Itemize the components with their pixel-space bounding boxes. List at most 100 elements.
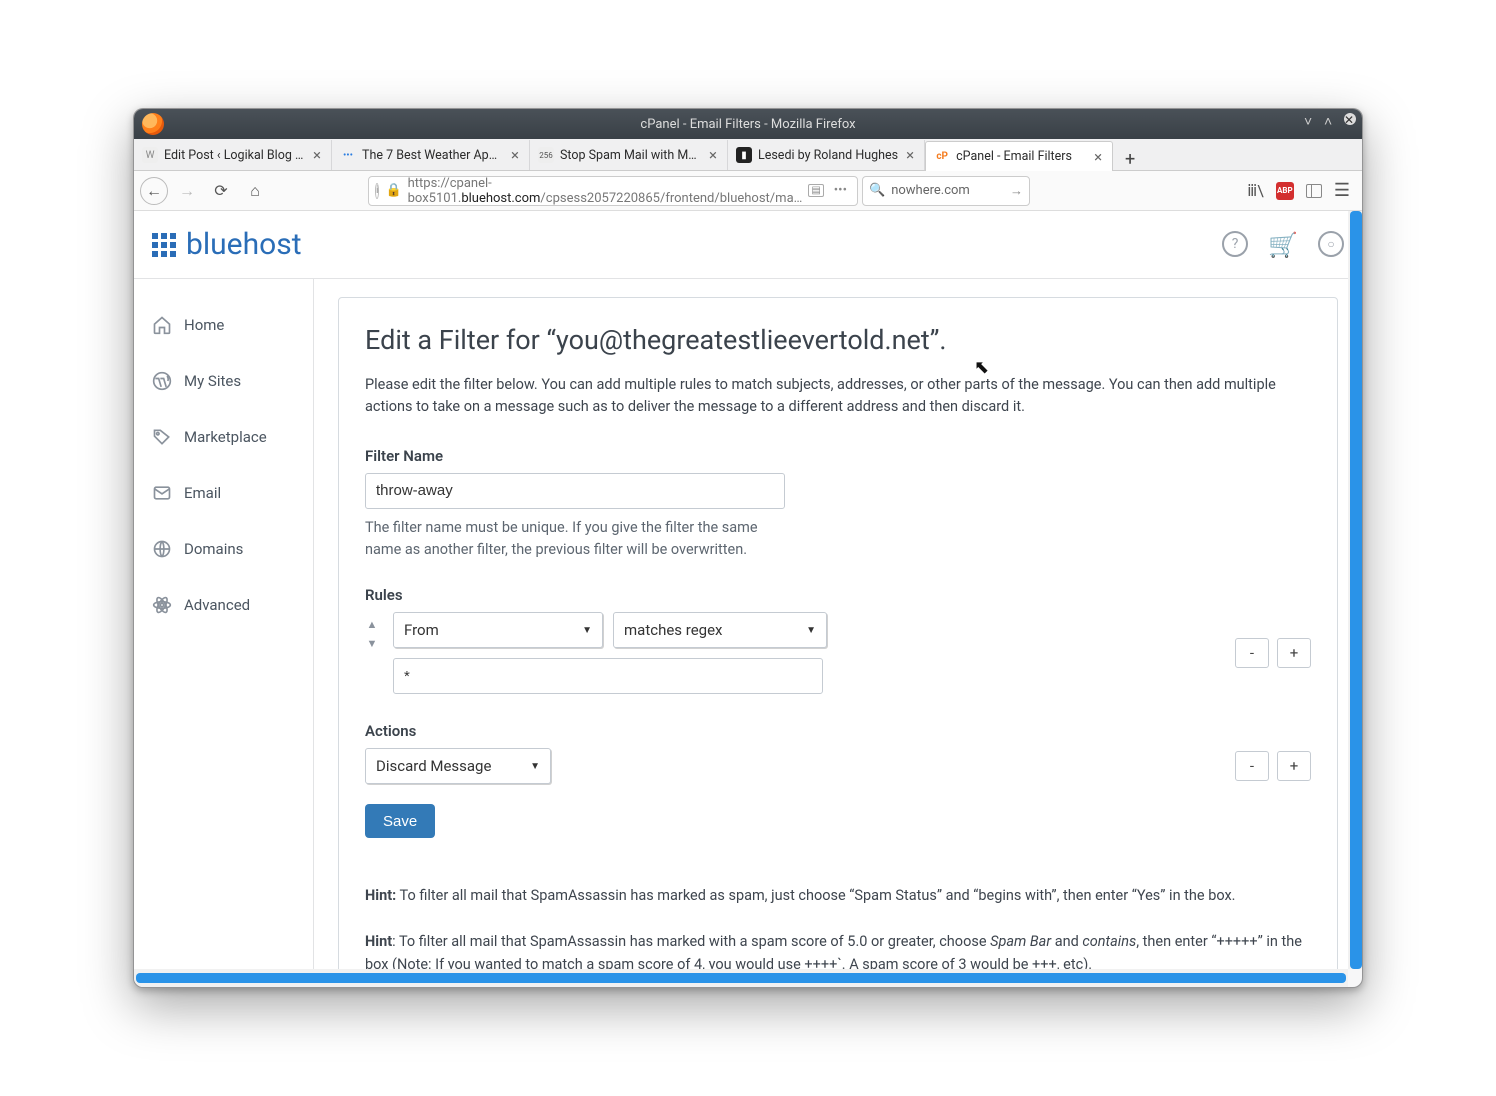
mail-icon xyxy=(152,483,172,503)
filter-name-help: The filter name must be unique. If you g… xyxy=(365,517,785,561)
hints: Hint: To filter all mail that SpamAssass… xyxy=(365,884,1311,969)
globe-icon xyxy=(152,539,172,559)
add-action-button[interactable]: + xyxy=(1277,751,1311,781)
help-icon[interactable]: ? xyxy=(1222,231,1248,257)
wordpress-icon: W xyxy=(142,147,158,163)
tab-weather-apps[interactable]: ••• The 7 Best Weather Apps Fo… × xyxy=(332,140,530,170)
sidebar-item-advanced[interactable]: Advanced xyxy=(134,577,313,633)
action-row: Discard Message ▼ - + xyxy=(365,748,1311,784)
site-info-icon[interactable]: i xyxy=(375,183,379,199)
cpanel-icon: cP xyxy=(934,149,950,165)
sidebar-item-my-sites[interactable]: My Sites xyxy=(134,353,313,409)
close-icon[interactable]: × xyxy=(311,146,323,164)
tag-icon xyxy=(152,427,172,447)
search-icon: 🔍 xyxy=(869,183,885,198)
window-minimize-icon[interactable]: ˅ xyxy=(1304,113,1316,125)
close-icon[interactable]: × xyxy=(1092,148,1104,166)
actions-section: Actions Discard Message ▼ - + xyxy=(365,722,1311,784)
browser-window: cPanel - Email Filters - Mozilla Firefox… xyxy=(133,108,1363,988)
rule-value-input[interactable] xyxy=(393,658,823,694)
close-icon[interactable]: × xyxy=(707,146,719,164)
add-rule-button[interactable]: + xyxy=(1277,638,1311,668)
sidebar: Home My Sites Marketplace Email xyxy=(134,279,314,969)
sidebar-item-label: Advanced xyxy=(184,596,250,614)
forward-button[interactable]: → xyxy=(172,176,202,206)
firefox-icon xyxy=(142,113,164,135)
window-titlebar: cPanel - Email Filters - Mozilla Firefox… xyxy=(134,109,1362,139)
pocket-icon[interactable]: ⌄ xyxy=(857,183,858,198)
rules-section: Rules ▲ ▼ From xyxy=(365,586,1311,694)
url-bar[interactable]: i 🔒 https://cpanel-box5101.bluehost.com/… xyxy=(368,176,858,206)
sidebar-item-label: My Sites xyxy=(184,372,241,390)
page-actions-icon[interactable]: ••• xyxy=(834,183,847,198)
caret-down-icon: ▼ xyxy=(530,761,540,772)
sidebar-item-home[interactable]: Home xyxy=(134,297,313,353)
hint-label: Hint: xyxy=(365,887,396,904)
brand-name: bluehost xyxy=(186,227,302,262)
sidebar-item-label: Marketplace xyxy=(184,428,267,446)
abp-icon[interactable]: ABP xyxy=(1276,182,1294,200)
reader-mode-icon[interactable]: ▤ xyxy=(808,184,823,197)
tab-edit-post[interactable]: W Edit Post ‹ Logikal Blog — W… × xyxy=(134,140,332,170)
chevron-down-icon[interactable]: ▼ xyxy=(367,637,378,650)
filter-name-section: Filter Name The filter name must be uniq… xyxy=(365,447,1311,561)
horizontal-scrollbar[interactable] xyxy=(134,969,1348,987)
new-tab-button[interactable]: + xyxy=(1113,149,1147,170)
cart-icon[interactable]: 🛒 xyxy=(1268,231,1298,259)
sidebar-item-domains[interactable]: Domains xyxy=(134,521,313,577)
tab-stop-spam[interactable]: 256 Stop Spam Mail with MailNu… × xyxy=(530,140,728,170)
page-title: Edit a Filter for “you@thegreatestlieeve… xyxy=(365,324,1311,356)
bluehost-header: bluehost ? 🛒 ○ xyxy=(134,211,1362,279)
tab-lesedi[interactable]: ▮ Lesedi by Roland Hughes × xyxy=(728,140,925,170)
window-title: cPanel - Email Filters - Mozilla Firefox xyxy=(640,117,855,132)
filter-name-label: Filter Name xyxy=(365,447,1311,465)
back-button[interactable]: ← xyxy=(140,177,168,205)
save-button[interactable]: Save xyxy=(365,804,435,838)
sidebar-toggle-icon[interactable] xyxy=(1306,184,1322,198)
sidebar-item-marketplace[interactable]: Marketplace xyxy=(134,409,313,465)
close-icon[interactable]: × xyxy=(509,146,521,164)
filter-panel: Edit a Filter for “you@thegreatestlieeve… xyxy=(338,297,1338,969)
hint-label: Hint xyxy=(365,933,392,950)
url-text: https://cpanel-box5101.bluehost.com/cpse… xyxy=(408,176,803,206)
reorder-handle[interactable]: ▲ ▼ xyxy=(365,612,379,650)
lock-icon: 🔒 xyxy=(385,183,401,198)
caret-down-icon: ▼ xyxy=(806,625,816,636)
library-icon[interactable]: ⅲ\ xyxy=(1247,181,1264,200)
home-button[interactable]: ⌂ xyxy=(240,176,270,206)
navigation-bar: ← → ⟳ ⌂ i 🔒 https://cpanel-box5101.blueh… xyxy=(134,171,1362,211)
rule-row: ▲ ▼ From ▼ xyxy=(365,612,1311,694)
search-value: nowhere.com xyxy=(891,183,970,198)
rule-field-select[interactable]: From ▼ xyxy=(393,612,603,648)
action-select[interactable]: Discard Message ▼ xyxy=(365,748,551,784)
home-icon xyxy=(152,315,172,335)
window-close-icon[interactable]: ✕ xyxy=(1344,113,1356,125)
vertical-scroll-thumb[interactable] xyxy=(1350,211,1362,969)
atom-icon xyxy=(152,595,172,615)
sidebar-item-email[interactable]: Email xyxy=(134,465,313,521)
window-maximize-icon[interactable]: ˄ xyxy=(1324,113,1336,125)
remove-action-button[interactable]: - xyxy=(1235,751,1269,781)
chevron-up-icon[interactable]: ▲ xyxy=(367,618,378,631)
tab-cpanel-email-filters[interactable]: cP cPanel - Email Filters × xyxy=(925,141,1113,171)
sidebar-item-label: Domains xyxy=(184,540,243,558)
bluehost-logo[interactable]: bluehost xyxy=(152,227,302,262)
rules-label: Rules xyxy=(365,586,1311,604)
tab-strip: W Edit Post ‹ Logikal Blog — W… × ••• Th… xyxy=(134,139,1362,171)
rule-operator-select[interactable]: matches regex ▼ xyxy=(613,612,827,648)
close-icon[interactable]: × xyxy=(904,146,916,164)
menu-icon[interactable]: ☰ xyxy=(1334,180,1350,201)
horizontal-scroll-thumb[interactable] xyxy=(136,973,1346,983)
main-content: Edit a Filter for “you@thegreatestlieeve… xyxy=(314,279,1362,969)
go-icon[interactable]: → xyxy=(1010,183,1023,199)
remove-rule-button[interactable]: - xyxy=(1235,638,1269,668)
caret-down-icon: ▼ xyxy=(582,625,592,636)
page-viewport: bluehost ? 🛒 ○ Home My Sit xyxy=(134,211,1362,969)
vertical-scrollbar[interactable] xyxy=(1348,211,1362,969)
account-icon[interactable]: ○ xyxy=(1318,231,1344,257)
waffle-icon xyxy=(152,233,176,257)
reload-button[interactable]: ⟳ xyxy=(206,176,236,206)
page-lead: Please edit the filter below. You can ad… xyxy=(365,374,1311,419)
filter-name-input[interactable] xyxy=(365,473,785,509)
search-box[interactable]: 🔍 nowhere.com → xyxy=(862,176,1030,206)
